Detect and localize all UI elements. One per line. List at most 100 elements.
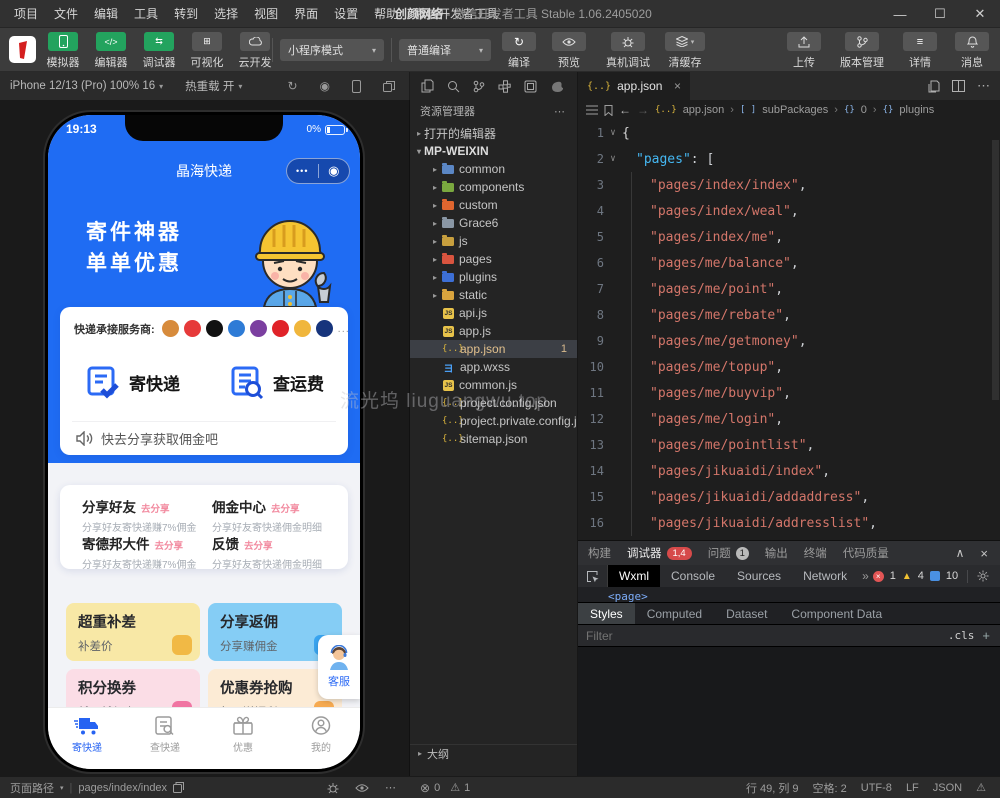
tree-folder-pages[interactable]: pages bbox=[410, 250, 577, 268]
files-icon[interactable] bbox=[421, 79, 434, 93]
statusbar-problems[interactable]: 0 1 bbox=[410, 777, 578, 798]
code-line[interactable]: 3"pages/index/index", bbox=[578, 172, 1000, 198]
tab-track-express[interactable]: 查快递 bbox=[126, 708, 204, 769]
collapse-panel-icon[interactable] bbox=[956, 546, 965, 561]
menu-file[interactable]: 文件 bbox=[46, 0, 86, 28]
extensions-icon[interactable] bbox=[498, 80, 511, 93]
tree-folder-js[interactable]: js bbox=[410, 232, 577, 250]
send-express-button[interactable]: 寄快递 bbox=[60, 353, 204, 411]
nav-back-icon[interactable] bbox=[619, 103, 631, 117]
tab-profile[interactable]: 我的 bbox=[282, 708, 360, 769]
explorer-more-icon[interactable] bbox=[554, 105, 577, 118]
tab-send-express[interactable]: 寄快递 bbox=[48, 708, 126, 769]
compile-mode-select[interactable]: 普通编译▾ bbox=[399, 39, 491, 61]
styles-tab[interactable]: Styles bbox=[578, 603, 635, 624]
maximize-button[interactable]: ☐ bbox=[920, 0, 960, 28]
tree-file-api-js[interactable]: JSapi.js bbox=[410, 304, 577, 322]
tree-folder-common[interactable]: common bbox=[410, 160, 577, 178]
more-tabs-icon[interactable] bbox=[858, 569, 873, 583]
tree-folder-custom[interactable]: custom bbox=[410, 196, 577, 214]
more-menu-icon[interactable] bbox=[287, 166, 318, 176]
source-control-icon[interactable] bbox=[473, 80, 485, 93]
share-friend-entry[interactable]: 分享好友去分享 分享好友寄快递赚7%佣金 bbox=[82, 496, 196, 534]
panel-tab-code-quality[interactable]: 代码质量 bbox=[843, 545, 889, 561]
bookmark-icon[interactable] bbox=[604, 105, 613, 116]
crumb-file[interactable]: app.json bbox=[683, 104, 725, 116]
menu-select[interactable]: 选择 bbox=[206, 0, 246, 28]
project-root[interactable]: MP-WEIXIN bbox=[410, 142, 577, 160]
app-logo[interactable] bbox=[9, 36, 36, 63]
code-line[interactable]: 12"pages/me/login", bbox=[578, 406, 1000, 432]
menu-view[interactable]: 视图 bbox=[246, 0, 286, 28]
code-line[interactable]: 6"pages/me/balance", bbox=[578, 250, 1000, 276]
preview-button[interactable]: 预览 bbox=[546, 32, 592, 70]
editor-toggle[interactable]: </> 编辑器 bbox=[88, 32, 134, 70]
code-line[interactable]: 11"pages/me/buyvip", bbox=[578, 380, 1000, 406]
code-line[interactable]: 7"pages/me/point", bbox=[578, 276, 1000, 302]
detach-window-icon[interactable] bbox=[383, 81, 395, 92]
menu-edit[interactable]: 编辑 bbox=[86, 0, 126, 28]
tree-folder-components[interactable]: components bbox=[410, 178, 577, 196]
more-actions-icon[interactable] bbox=[977, 77, 990, 95]
code-line[interactable]: 9"pages/me/getmoney", bbox=[578, 328, 1000, 354]
visualization-toggle[interactable]: ⊞ 可视化 bbox=[184, 32, 230, 70]
tree-file-project-config[interactable]: {..}project.config.json bbox=[410, 394, 577, 412]
code-line[interactable]: 4"pages/index/weal", bbox=[578, 198, 1000, 224]
devtools-tab-wxml[interactable]: Wxml bbox=[608, 565, 660, 587]
search-icon[interactable] bbox=[447, 80, 460, 93]
device-select[interactable]: iPhone 12/13 (Pro) 100% 16 bbox=[0, 80, 155, 92]
encoding[interactable]: UTF-8 bbox=[861, 782, 892, 794]
menu-settings[interactable]: 设置 bbox=[326, 0, 366, 28]
devtools-settings-icon[interactable] bbox=[977, 570, 989, 582]
tab-coupons[interactable]: 优惠 bbox=[204, 708, 282, 769]
open-changes-icon[interactable] bbox=[927, 80, 940, 93]
code-line[interactable]: 1{ bbox=[578, 120, 1000, 146]
overweight-tile[interactable]: 超重补差 补差价 bbox=[66, 603, 200, 661]
simulator-toggle[interactable]: 模拟器 bbox=[40, 32, 86, 70]
fold-icon[interactable] bbox=[604, 154, 622, 164]
crumb-plugins[interactable]: plugins bbox=[899, 104, 934, 116]
current-page-path[interactable]: pages/index/index bbox=[78, 782, 167, 794]
code-line[interactable]: 2"pages": [ bbox=[578, 146, 1000, 172]
device-frame-icon[interactable] bbox=[352, 80, 361, 93]
page-path-select[interactable]: 页面路径 bbox=[10, 780, 54, 796]
tab-app-json[interactable]: {..} app.json bbox=[578, 72, 690, 100]
code-line[interactable]: 16"pages/jikuaidi/addresslist", bbox=[578, 510, 1000, 536]
statusbar-more-icon[interactable] bbox=[385, 781, 396, 794]
statusbar-bug-icon[interactable] bbox=[327, 782, 339, 794]
split-editor-icon[interactable] bbox=[952, 80, 965, 92]
devtools-tab-sources[interactable]: Sources bbox=[726, 565, 792, 587]
remote-debug-button[interactable]: 真机调试 bbox=[600, 32, 656, 70]
crumb-index0[interactable]: 0 bbox=[861, 104, 867, 116]
close-button[interactable]: ✕ bbox=[960, 0, 1000, 28]
alert-icon[interactable]: ⚠ bbox=[976, 781, 986, 794]
indent-setting[interactable]: 空格: 2 bbox=[813, 780, 847, 796]
computed-tab[interactable]: Computed bbox=[635, 603, 714, 624]
outline-list-icon[interactable] bbox=[586, 105, 598, 115]
mode-select[interactable]: 小程序模式▾ bbox=[280, 39, 384, 61]
menu-tools[interactable]: 工具 bbox=[126, 0, 166, 28]
code-editor[interactable]: 1{ 2"pages": [ 3"pages/index/index", 4"p… bbox=[578, 120, 1000, 540]
elements-tree-strip[interactable]: <page> bbox=[578, 587, 1000, 603]
restart-icon[interactable]: ↻ bbox=[287, 79, 297, 93]
dataset-tab[interactable]: Dataset bbox=[714, 603, 779, 624]
devtools-menu-icon[interactable] bbox=[995, 569, 1000, 583]
tree-folder-plugins[interactable]: plugins bbox=[410, 268, 577, 286]
version-manage-button[interactable]: 版本管理 bbox=[834, 32, 890, 70]
code-line[interactable]: 13"pages/me/pointlist", bbox=[578, 432, 1000, 458]
exit-target-icon[interactable] bbox=[319, 163, 350, 179]
preview-panel-icon[interactable] bbox=[524, 80, 537, 93]
hot-reload-select[interactable]: 热重载 开 bbox=[163, 78, 234, 94]
cursor-position[interactable]: 行 49, 列 9 bbox=[746, 780, 799, 796]
panel-tab-output[interactable]: 输出 bbox=[765, 545, 788, 561]
tree-file-common-js[interactable]: JScommon.js bbox=[410, 376, 577, 394]
nav-forward-icon[interactable] bbox=[637, 103, 649, 117]
inspect-element-icon[interactable] bbox=[578, 565, 608, 587]
menu-goto[interactable]: 转到 bbox=[166, 0, 206, 28]
messages-button[interactable]: 消息 bbox=[950, 32, 994, 70]
eol-setting[interactable]: LF bbox=[906, 782, 919, 794]
devtools-tab-network[interactable]: Network bbox=[792, 565, 858, 587]
outline-section[interactable]: 大纲 bbox=[410, 744, 577, 762]
code-line[interactable]: 8"pages/me/rebate", bbox=[578, 302, 1000, 328]
code-line[interactable]: 5"pages/index/me", bbox=[578, 224, 1000, 250]
